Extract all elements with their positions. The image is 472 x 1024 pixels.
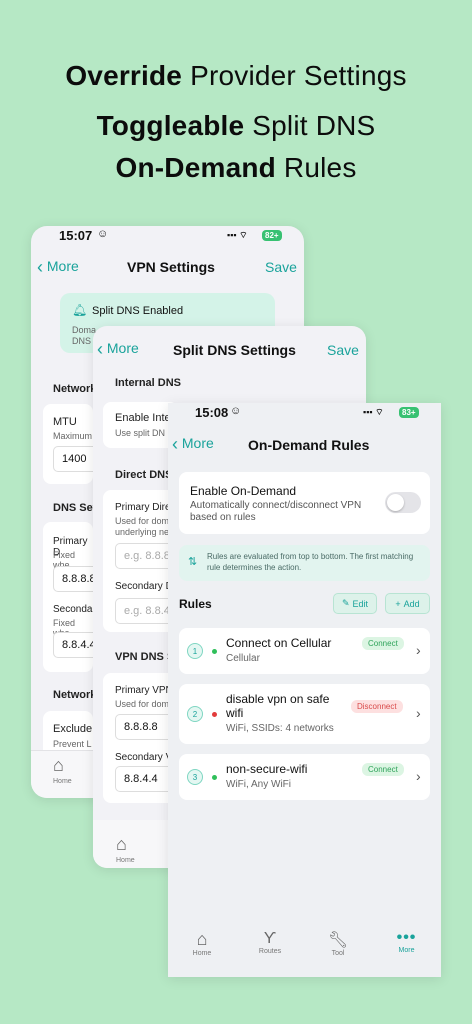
pencil-icon: ✎ (341, 598, 350, 608)
section-dns: DNS Set (53, 502, 97, 514)
signal-icon: ▪▪▪ ⌔ (363, 407, 384, 417)
rule-subtitle: Cellular (226, 653, 260, 664)
action-badge: Connect (362, 763, 404, 776)
chevron-right-icon: › (416, 768, 421, 784)
rule-number: 3 (187, 769, 203, 785)
plus-icon: + (395, 598, 401, 609)
headline-override: Override Provider Settings (65, 60, 407, 91)
battery-indicator: 83+ (399, 407, 419, 418)
section-network: Network (53, 383, 97, 395)
rule-item[interactable]: 2 disable vpn on safe wifi WiFi, SSIDs: … (179, 684, 430, 744)
bell-icon: 🔔︎ (72, 303, 88, 317)
rule-title: disable vpn on safe wifi (226, 692, 330, 720)
home-icon: ⌂ (196, 929, 208, 949)
home-icon[interactable]: ⌂ (116, 834, 127, 855)
tab-home[interactable]: ⌂ Home (168, 921, 236, 977)
status-face-icon: ☺ (230, 405, 242, 417)
rule-title: Connect on Cellular (226, 636, 332, 650)
rule-subtitle: WiFi, SSIDs: 4 networks (226, 723, 334, 734)
sort-arrows-icon: ⇅ (188, 556, 198, 568)
vpn-dns-card: Primary VPN Used for dom 8.8.8.8 Seconda… (103, 673, 185, 803)
chevron-right-icon: › (416, 705, 421, 721)
status-dot (212, 712, 217, 717)
headline-on-demand: On-Demand Rules (115, 152, 357, 183)
chevron-left-icon: ‹ (37, 257, 43, 277)
more-dots-icon: ••• (396, 929, 417, 946)
rule-subtitle: WiFi, Any WiFi (226, 779, 291, 790)
headline-split-dns: Toggleable Split DNS (96, 110, 376, 141)
enable-internal-card[interactable]: Enable Inte Use split DN (103, 402, 178, 448)
page-title: Split DNS Settings (173, 342, 296, 358)
on-demand-rules-screen: 15:08 ☺ ▪▪▪ ⌔ 83+ ‹ More On-Demand Rules… (168, 403, 441, 977)
action-badge: Disconnect (351, 700, 403, 713)
toggle-knob (387, 494, 404, 511)
routes-icon: Ƴ (263, 930, 277, 947)
enable-on-demand-sub: Automatically connect/disconnect VPN bas… (190, 500, 362, 523)
tab-tool[interactable]: 🔧︎ Tool (304, 921, 372, 977)
rule-title: non-secure-wifi (226, 762, 308, 776)
rule-item[interactable]: 3 non-secure-wifi WiFi, Any WiFi Connect… (179, 754, 430, 800)
status-time: 15:08 (195, 405, 229, 420)
rule-number: 2 (187, 706, 203, 722)
status-dot (212, 649, 217, 654)
tab-bar: ⌂ Home Ƴ Routes 🔧︎ Tool ••• More (168, 921, 441, 977)
enable-on-demand-title: Enable On-Demand (190, 484, 297, 498)
rule-number: 1 (187, 643, 203, 659)
status-dot (212, 775, 217, 780)
dns-card: Primary D Fixed whe 8.8.8.8 Seconda Fixe… (43, 522, 113, 672)
status-time: 15:07 (59, 228, 93, 243)
chevron-left-icon: ‹ (97, 339, 103, 359)
add-button[interactable]: + Add (385, 593, 430, 614)
mtu-card: MTU Maximum 1400 (43, 404, 113, 484)
section-vpn-dns: VPN DNS S (115, 651, 175, 663)
info-banner: ⇅ Rules are evaluated from top to bottom… (179, 545, 430, 581)
tab-more[interactable]: ••• More (372, 921, 441, 977)
direct-dns-card: Primary Dire Used for dom underlying ne … (103, 490, 185, 632)
rules-heading: Rules (179, 597, 212, 611)
section-direct-dns: Direct DNS (115, 469, 173, 481)
back-button[interactable]: ‹ More (37, 257, 79, 278)
home-icon[interactable]: ⌂ (53, 755, 64, 776)
page-title: VPN Settings (127, 259, 215, 275)
wrench-icon: 🔧︎ (327, 932, 349, 949)
page-title: On-Demand Rules (248, 437, 370, 453)
tab-home-label: Home (53, 778, 72, 785)
enable-on-demand-card: Enable On-Demand Automatically connect/d… (179, 472, 430, 534)
chevron-right-icon: › (416, 642, 421, 658)
on-demand-toggle[interactable] (385, 492, 421, 513)
battery-indicator: 82+ (262, 230, 282, 241)
save-button[interactable]: Save (327, 342, 359, 358)
rule-item[interactable]: 1 Connect on Cellular Cellular Connect › (179, 628, 430, 674)
section-internal-dns: Internal DNS (115, 377, 182, 389)
signal-icon: ▪▪▪ ⌔ (227, 230, 248, 240)
back-button[interactable]: ‹ More (97, 339, 139, 360)
back-button[interactable]: ‹ More (172, 434, 214, 455)
section-network-2: Network (53, 689, 97, 701)
action-badge: Connect (362, 637, 404, 650)
save-button[interactable]: Save (265, 259, 297, 275)
tab-routes[interactable]: Ƴ Routes (236, 921, 304, 977)
chevron-left-icon: ‹ (172, 434, 178, 454)
tab-home-label: Home (116, 857, 135, 864)
edit-button[interactable]: ✎ Edit (333, 593, 377, 614)
status-face-icon: ☺ (97, 228, 109, 240)
